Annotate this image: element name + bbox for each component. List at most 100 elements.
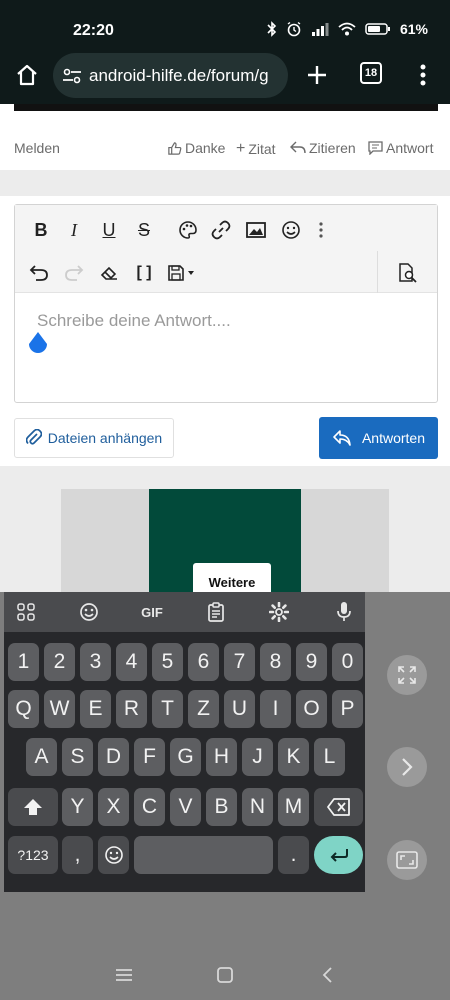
key-7[interactable]: 7	[224, 643, 255, 681]
underline-icon[interactable]: U	[96, 217, 122, 243]
key-8[interactable]: 8	[260, 643, 291, 681]
key-1[interactable]: 1	[8, 643, 39, 681]
attach-files-label: Dateien anhängen	[47, 430, 163, 446]
emoji-icon	[104, 846, 123, 864]
back-button[interactable]	[316, 964, 338, 986]
key-4[interactable]: 4	[116, 643, 147, 681]
report-link[interactable]: Melden	[14, 140, 60, 156]
key-x[interactable]: X	[98, 788, 129, 826]
key-t[interactable]: T	[152, 690, 183, 728]
redo-icon[interactable]	[61, 260, 87, 286]
shift-key[interactable]	[8, 788, 58, 826]
key-n[interactable]: N	[242, 788, 273, 826]
emoji-icon[interactable]	[278, 217, 304, 243]
next-arrow-button[interactable]	[387, 747, 427, 787]
key-e[interactable]: E	[80, 690, 111, 728]
key-z[interactable]: Z	[188, 690, 219, 728]
key-k[interactable]: K	[278, 738, 309, 776]
key-l[interactable]: L	[314, 738, 345, 776]
key-w[interactable]: W	[44, 690, 75, 728]
tab-switcher-button[interactable]: 18	[360, 62, 382, 84]
key-5[interactable]: 5	[152, 643, 183, 681]
key-0[interactable]: 0	[332, 643, 363, 681]
key-2[interactable]: 2	[44, 643, 75, 681]
key-o[interactable]: O	[296, 690, 327, 728]
italic-icon[interactable]: I	[61, 217, 87, 243]
comma-key[interactable]: ,	[62, 836, 93, 874]
url-text: android-hilfe.de/forum/g	[89, 65, 269, 85]
space-key[interactable]	[134, 836, 273, 874]
floating-keyboard-button[interactable]	[387, 840, 427, 880]
image-icon[interactable]	[243, 217, 269, 243]
more-menu-button[interactable]	[413, 60, 433, 90]
reply-arrow-icon	[290, 141, 306, 154]
expand-icon	[398, 666, 416, 684]
key-s[interactable]: S	[62, 738, 93, 776]
key-q[interactable]: Q	[8, 690, 39, 728]
text-cursor-handle-icon[interactable]	[27, 331, 49, 355]
settings-gear-icon[interactable]	[265, 598, 293, 626]
quote-link[interactable]: Zitieren	[290, 140, 356, 156]
key-3[interactable]: 3	[80, 643, 111, 681]
clipboard-icon[interactable]	[202, 598, 230, 626]
key-r[interactable]: R	[116, 690, 147, 728]
key-d[interactable]: D	[98, 738, 129, 776]
eraser-icon[interactable]	[96, 260, 122, 286]
address-bar[interactable]: android-hilfe.de/forum/g	[53, 53, 288, 98]
new-tab-button[interactable]	[303, 61, 331, 89]
key-i[interactable]: I	[260, 690, 291, 728]
square-icon	[217, 967, 233, 983]
thanks-link[interactable]: Danke	[167, 140, 225, 156]
add-quote-link[interactable]: + Zitat	[236, 140, 276, 158]
key-a[interactable]: A	[26, 738, 57, 776]
enter-key[interactable]	[314, 836, 363, 874]
key-p[interactable]: P	[332, 690, 363, 728]
reply-input[interactable]: Schreibe deine Antwort....	[37, 311, 231, 331]
key-h[interactable]: H	[206, 738, 237, 776]
period-key[interactable]: .	[278, 836, 309, 874]
key-f[interactable]: F	[134, 738, 165, 776]
status-bar: 22:20 61%	[0, 0, 450, 48]
key-y[interactable]: Y	[62, 788, 93, 826]
emoji-keyboard-icon[interactable]	[75, 598, 103, 626]
ad-banner[interactable]: Weitere	[61, 489, 389, 595]
expand-keyboard-button[interactable]	[387, 655, 427, 695]
bold-icon[interactable]: B	[28, 217, 54, 243]
key-m[interactable]: M	[278, 788, 309, 826]
home-button[interactable]	[12, 60, 42, 90]
save-draft-icon[interactable]	[165, 260, 199, 286]
reply-section: B I U S [] Schreibe deine Antwort.... D…	[0, 196, 450, 466]
undo-icon[interactable]	[26, 260, 52, 286]
strikethrough-icon[interactable]: S	[131, 217, 157, 243]
key-v[interactable]: V	[170, 788, 201, 826]
key-j[interactable]: J	[242, 738, 273, 776]
answer-label: Antwort	[386, 140, 434, 156]
key-9[interactable]: 9	[296, 643, 327, 681]
ad-image: Weitere	[149, 489, 301, 595]
palette-icon[interactable]	[175, 217, 201, 243]
emoji-key[interactable]	[98, 836, 129, 874]
key-c[interactable]: C	[134, 788, 165, 826]
reply-button[interactable]: Antworten	[319, 417, 438, 459]
site-settings-icon[interactable]	[62, 68, 82, 84]
home-nav-button[interactable]	[214, 964, 236, 986]
backspace-key[interactable]	[314, 788, 363, 826]
more-options-icon[interactable]	[308, 217, 334, 243]
answer-link[interactable]: Antwort	[368, 140, 433, 156]
key-g[interactable]: G	[170, 738, 201, 776]
key-u[interactable]: U	[224, 690, 255, 728]
preview-icon[interactable]	[395, 260, 421, 286]
microphone-icon[interactable]	[330, 598, 358, 626]
symbols-key[interactable]: ?123	[8, 836, 58, 874]
recents-button[interactable]	[113, 964, 135, 986]
key-b[interactable]: B	[206, 788, 237, 826]
bbcode-icon[interactable]: [ ]	[131, 260, 157, 286]
gif-button[interactable]: GIF	[134, 598, 170, 626]
ad-more-button[interactable]: Weitere	[193, 563, 271, 595]
link-icon[interactable]	[208, 217, 234, 243]
enter-icon	[330, 849, 348, 862]
post-footer: Melden Danke + Zitat Zitieren Antwort	[0, 104, 450, 170]
key-6[interactable]: 6	[188, 643, 219, 681]
apps-grid-icon[interactable]	[12, 598, 40, 626]
attach-files-button[interactable]: Dateien anhängen	[14, 418, 174, 458]
